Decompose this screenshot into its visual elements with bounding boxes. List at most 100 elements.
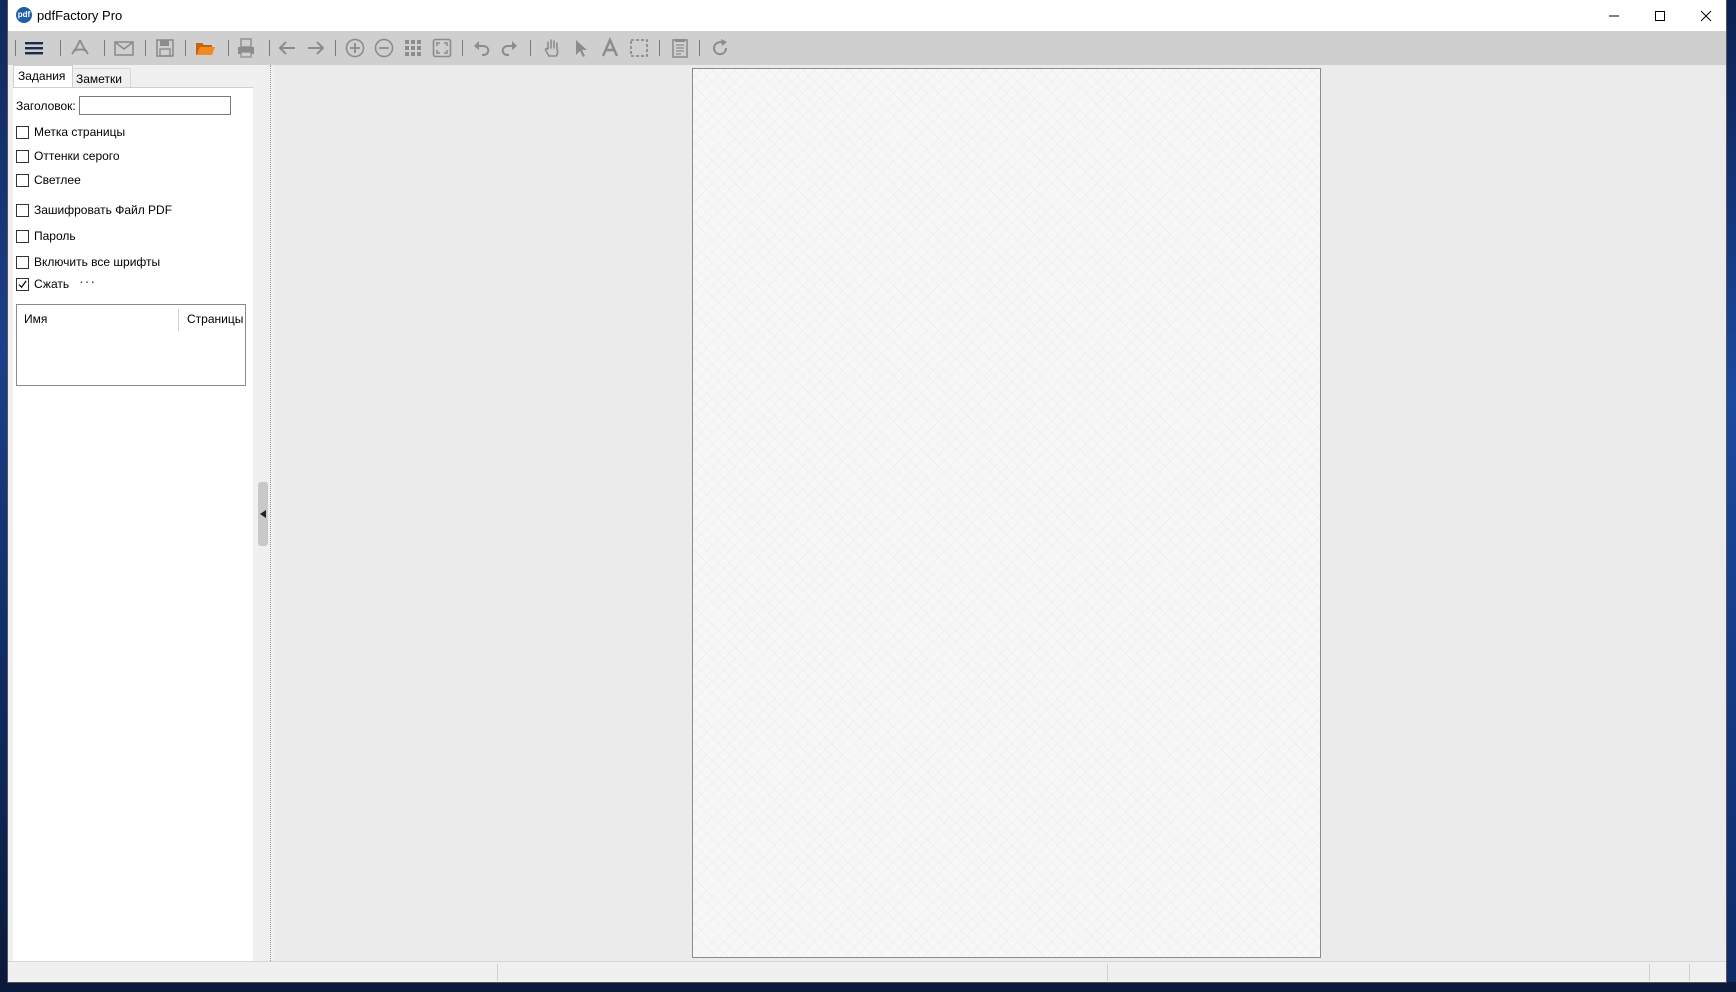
thumbnails-button[interactable] [401,36,425,60]
fit-page-icon [432,38,452,58]
checkbox[interactable] [16,229,29,243]
preview-area[interactable] [274,65,1726,961]
column-header-name[interactable]: Имя [24,312,47,326]
checkbox[interactable] [16,173,29,187]
pointer-tool-button[interactable] [569,36,593,60]
zoom-out-icon [374,38,394,58]
toolbar-separator [462,40,463,56]
toolbar-separator [659,40,660,56]
encrypt-pdf-checkbox[interactable]: Зашифровать Файл PDF [16,202,172,218]
checkbox-label: Оттенки серого [34,149,120,163]
open-folder-button[interactable] [193,36,217,60]
checkbox-label: Светлее [34,173,81,187]
checkbox-label: Пароль [34,229,76,243]
status-bar-divider [1649,964,1650,981]
checkbox[interactable] [16,125,29,139]
status-bar [8,961,1726,982]
checkbox-label: Сжать [34,277,70,291]
arrow-right-icon [308,41,325,55]
checkbox[interactable] [16,203,29,217]
compress-options-button[interactable]: ··· [79,273,96,289]
toolbar [8,31,1726,65]
desktop-background-right [1726,0,1736,992]
job-list[interactable]: Имя Страницы [16,304,246,386]
collapse-panel-handle[interactable] [258,482,268,546]
pointer-icon [576,40,587,57]
zoom-in-icon [345,38,365,58]
toolbar-separator [530,40,531,56]
splitter-line [270,65,271,965]
minimize-button[interactable] [1591,0,1637,31]
notes-button[interactable] [668,36,692,60]
maximize-button[interactable] [1637,0,1683,31]
zoom-out-button[interactable] [372,36,396,60]
print-button[interactable] [234,36,258,60]
menu-icon [25,42,43,55]
lighter-checkbox[interactable]: Светлее [16,172,81,188]
toolbar-separator [60,40,61,56]
status-bar-divider [1107,964,1108,981]
checkbox-label: Включить все шрифты [34,255,161,269]
app-icon: pdf [16,7,32,23]
acrobat-button[interactable] [68,36,92,60]
refresh-button[interactable] [708,36,732,60]
undo-icon [474,41,490,56]
checkbox-label: Метка страницы [34,125,126,139]
checkbox-checked[interactable] [16,277,29,291]
text-tool-button[interactable] [598,36,622,60]
checkbox[interactable] [16,149,29,163]
app-window: pdf pdfFactory Pro Заметки Задания Загол… [8,0,1726,982]
open-folder-icon [196,43,215,55]
acrobat-icon [71,39,89,55]
desktop-background-bottom [0,982,1736,992]
menu-button[interactable] [22,36,46,60]
redo-button[interactable] [497,36,521,60]
close-button[interactable] [1683,0,1726,31]
toolbar-separator [185,40,186,56]
triangle-left-icon [260,510,266,518]
title-input[interactable] [79,96,231,115]
window-title: pdfFactory Pro [37,8,123,23]
jobs-panel [13,87,253,966]
save-icon [156,39,174,57]
toolbar-separator [699,40,700,56]
checkbox[interactable] [16,255,29,269]
tab-notes[interactable]: Заметки [71,68,131,88]
previous-page-button[interactable] [275,36,299,60]
close-icon [1700,10,1712,21]
password-checkbox[interactable]: Пароль [16,228,76,244]
toolbar-separator [104,40,105,56]
select-area-button[interactable] [627,36,651,60]
grayscale-checkbox[interactable]: Оттенки серого [16,148,120,164]
redo-icon [501,41,517,56]
text-tool-icon [601,37,619,57]
email-button[interactable] [112,36,136,60]
page-preview[interactable] [692,68,1321,958]
print-icon [238,38,254,58]
save-button[interactable] [153,36,177,60]
toolbar-separator [145,40,146,56]
tab-jobs[interactable]: Задания [13,65,73,88]
checkmark-icon [18,280,27,288]
hand-tool-button[interactable] [540,36,564,60]
column-header-pages[interactable]: Страницы [187,312,243,326]
undo-button[interactable] [470,36,494,60]
embed-fonts-checkbox[interactable]: Включить все шрифты [16,254,160,270]
status-bar-divider [1689,964,1690,981]
fit-page-button[interactable] [430,36,454,60]
desktop-background-left [0,0,8,992]
email-icon [114,41,134,56]
status-bar-divider [497,964,498,981]
toolbar-separator [335,40,336,56]
zoom-in-button[interactable] [343,36,367,60]
compress-checkbox[interactable]: Сжать ··· [16,273,96,292]
page-mark-checkbox[interactable]: Метка страницы [16,124,125,140]
toolbar-separator [228,40,229,56]
arrow-left-icon [278,41,295,55]
column-divider[interactable] [178,309,179,331]
left-panel: Заметки Задания [8,65,253,966]
title-bar[interactable]: pdf pdfFactory Pro [8,0,1726,31]
hand-icon [544,39,559,57]
next-page-button[interactable] [304,36,328,60]
select-rect-icon [630,39,648,57]
